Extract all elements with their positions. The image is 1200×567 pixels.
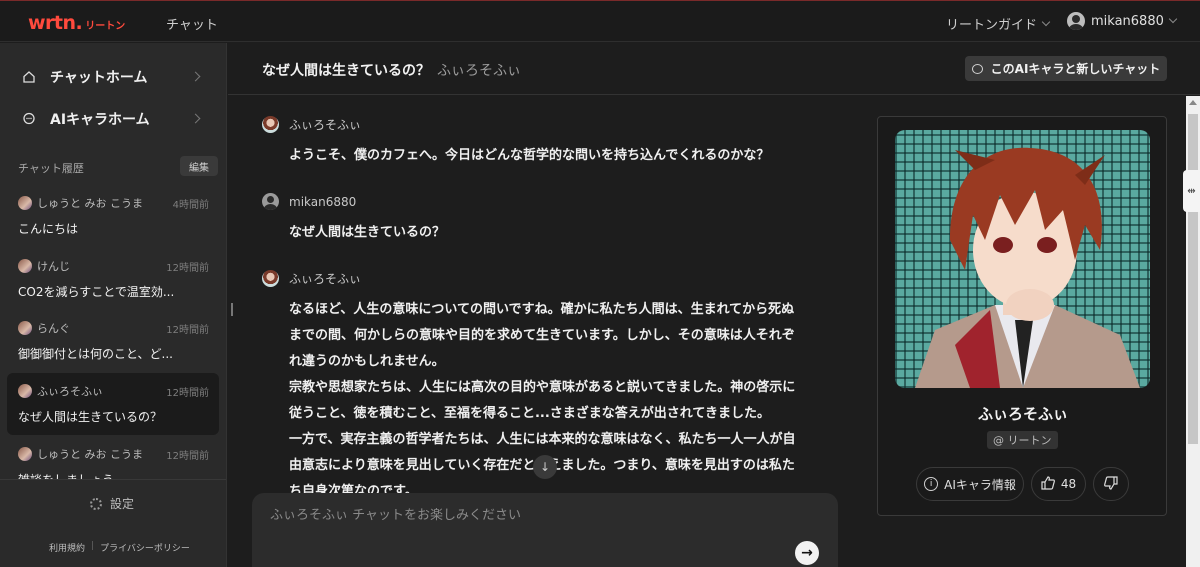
sidebar-item-chat-home[interactable]: チャットホーム (0, 57, 227, 97)
nav-chat-link[interactable]: チャット (166, 14, 218, 33)
sender-name: ふぃろそふぃ (289, 118, 362, 132)
username: mikan6880 (1091, 13, 1164, 29)
ai-message: ふぃろそふぃ ようこそ、僕のカフェへ。今日はどんな哲学的な問いを持ち込んでくれる… (262, 116, 809, 169)
user-menu[interactable]: mikan6880 (1067, 12, 1178, 30)
guide-dropdown[interactable]: リートンガイド (946, 14, 1051, 33)
scroll-up-arrow-icon[interactable] (1189, 100, 1197, 105)
history-item[interactable]: らんぐ 12時間前 御御御付とは何のこと、ど... (7, 310, 219, 372)
footer-links: 利用規約 | プライバシーポリシー (49, 541, 190, 554)
user-avatar-icon (262, 193, 279, 210)
wrtn-logo[interactable]: wrtn. リートン (28, 12, 125, 34)
home-icon (21, 69, 37, 85)
history-item[interactable]: けんじ 12時間前 CO2を減らすことで温室効... (7, 248, 219, 310)
message-text: なぜ人間は生きているの？ (289, 225, 446, 240)
message-composer: → (252, 493, 838, 567)
chevron-down-icon (1168, 14, 1178, 24)
sidebar-item-label: チャットホーム (50, 70, 148, 86)
chat-messages[interactable]: ふぃろそふぃ ようこそ、僕のカフェへ。今日はどんな哲学的な問いを持ち込んでくれる… (228, 96, 864, 496)
creator-tag[interactable]: @ リートン (987, 431, 1058, 449)
page-scrollbar[interactable] (1186, 96, 1200, 567)
scrollbar-thumb[interactable] (1188, 114, 1198, 444)
sidebar-item-label: AIキャラホーム (50, 112, 150, 128)
like-count: 48 (1060, 477, 1077, 491)
top-bar: wrtn. リートン チャット リートンガイド mikan6880 (0, 0, 1200, 42)
character-avatar (262, 116, 279, 133)
character-avatar (18, 447, 32, 461)
character-avatar (262, 270, 279, 287)
chat-character-name: ふぃろそふぃ (437, 63, 521, 79)
history-item[interactable]: しゅうと みお こうま 4時間前 こんにちは (7, 185, 219, 247)
thumbs-up-icon (1041, 475, 1055, 493)
character-avatar (18, 259, 32, 273)
link-separator: | (91, 541, 95, 551)
edit-button[interactable]: 編集 (180, 156, 218, 176)
terms-link[interactable]: 利用規約 (49, 541, 85, 554)
chat-bubble-icon (971, 63, 983, 74)
character-avatar (18, 196, 32, 210)
chat-history-label: チャット履歴 (18, 162, 84, 175)
settings-label: 設定 (110, 497, 135, 511)
like-button[interactable]: 48 (1031, 467, 1086, 501)
sender-name: mikan6880 (289, 194, 357, 209)
message-input[interactable] (270, 508, 750, 523)
character-avatar (18, 321, 32, 335)
sidebar-item-ai-chara-home[interactable]: AIキャラホーム (0, 99, 227, 139)
chat-title: なぜ人間は生きているの？ (262, 63, 430, 79)
dislike-button[interactable] (1093, 467, 1129, 501)
privacy-link[interactable]: プライバシーポリシー (100, 541, 190, 554)
sidebar-footer: 設定 利用規約 | プライバシーポリシー (0, 479, 226, 567)
guide-label: リートンガイド (946, 18, 1038, 33)
ai-chara-info-button[interactable]: i AIキャラ情報 (916, 467, 1024, 501)
character-name: ふぃろそふぃ (977, 405, 1068, 423)
gear-icon (90, 497, 102, 510)
sidebar: チャットホーム AIキャラホーム チャット履歴 編集 しゅうと みお こうま 4… (0, 43, 227, 567)
character-avatar (18, 384, 32, 398)
sender-name: ふぃろそふぃ (289, 272, 362, 286)
history-item-active[interactable]: ふぃろそふぃ 12時間前 なぜ人間は生きているの？ (7, 373, 219, 435)
new-chat-button[interactable]: このAIキャラと新しいチャット (965, 56, 1167, 81)
side-panel-tab[interactable]: ⇹ (1183, 170, 1200, 212)
settings-button[interactable]: 設定 (90, 495, 134, 512)
chat-bubble-icon (21, 111, 37, 127)
character-portrait (895, 130, 1150, 388)
arrow-right-icon: → (801, 545, 813, 561)
info-label: AIキャラ情報 (944, 477, 1016, 492)
chat-header: なぜ人間は生きているの？ ふぃろそふぃ このAIキャラと新しいチャット (228, 43, 1200, 95)
chevron-right-icon (190, 71, 201, 82)
chevron-right-icon (190, 113, 201, 124)
user-message: mikan6880 なぜ人間は生きているの？ (262, 193, 809, 246)
thumbs-down-icon (1104, 475, 1118, 493)
resize-icon: ⇹ (1187, 185, 1196, 197)
info-icon: i (924, 477, 939, 491)
scroll-down-button[interactable]: ↓ (533, 455, 557, 479)
new-chat-label: このAIキャラと新しいチャット (990, 62, 1161, 76)
send-button[interactable]: → (795, 541, 819, 565)
character-card: ふぃろそふぃ @ リートン i AIキャラ情報 48 (877, 116, 1167, 516)
resize-handle[interactable] (231, 303, 233, 316)
message-text: ようこそ、僕のカフェへ。今日はどんな哲学的な問いを持ち込んでくれるのかな？ (289, 148, 770, 163)
user-avatar-icon (1067, 12, 1085, 30)
chevron-down-icon (1041, 17, 1051, 26)
